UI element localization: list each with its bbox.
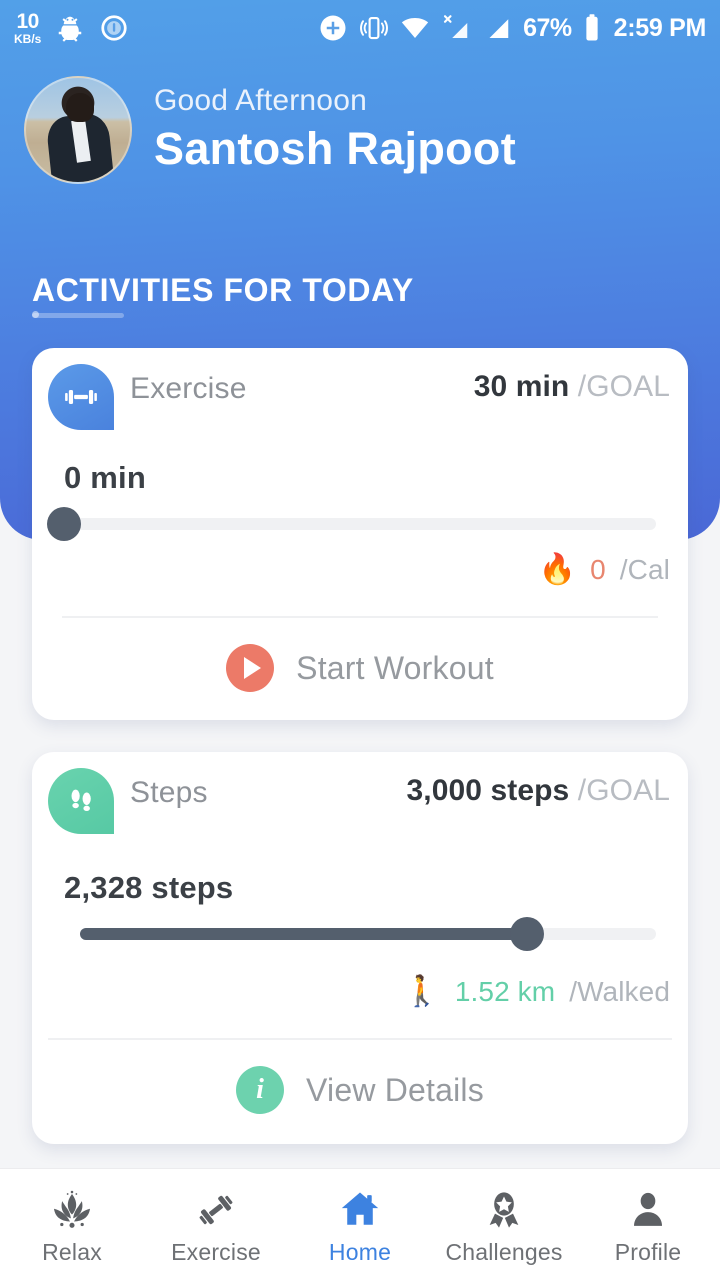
exercise-card-divider	[62, 616, 658, 618]
status-bar-left: 10 KB/s	[14, 11, 129, 45]
vibrate-icon	[360, 16, 388, 40]
section-title: ACTIVITIES FOR TODAY	[32, 272, 414, 308]
steps-progress-fill	[80, 928, 527, 940]
net-speed-icon: 10 KB/s	[14, 11, 41, 45]
status-bar-right: 67% 2:59 PM	[318, 13, 706, 43]
greeting-row: Good Afternoon Santosh Rajpoot	[24, 76, 516, 184]
start-workout-button[interactable]: Start Workout	[32, 644, 688, 692]
steps-goal-suffix: /GOAL	[577, 774, 670, 807]
app-screen: 10 KB/s 67% 2:59 PM Good Afternoon Santo…	[0, 0, 720, 1280]
lotus-icon	[50, 1184, 94, 1230]
nav-item-relax[interactable]: Relax	[0, 1184, 144, 1266]
user-name: Santosh Rajpoot	[154, 123, 516, 175]
play-icon	[226, 644, 275, 692]
home-icon	[337, 1184, 383, 1230]
flame-icon: 🔥	[538, 553, 577, 586]
sim2-signal-icon	[489, 19, 509, 38]
exercise-goal-value: 30 min	[473, 370, 570, 403]
bug-icon	[59, 16, 82, 42]
steps-progress-thumb[interactable]	[509, 917, 544, 951]
exercise-progress-thumb[interactable]	[47, 507, 81, 541]
view-details-button[interactable]: i View Details	[32, 1066, 688, 1114]
sim1-no-signal-icon	[444, 15, 468, 38]
nav-item-exercise[interactable]: Exercise	[144, 1184, 288, 1266]
net-speed-value: 10	[16, 10, 39, 33]
nav-label-home: Home	[328, 1238, 392, 1265]
steps-progress-value: 2,328 steps	[64, 870, 234, 905]
avatar[interactable]	[24, 76, 132, 184]
steps-progress-slider[interactable]	[80, 917, 656, 951]
status-clock: 2:59 PM	[613, 13, 707, 42]
steps-card-divider	[48, 1038, 672, 1040]
exercise-calories-suffix: /Cal	[619, 554, 670, 585]
wifi-icon	[401, 18, 429, 38]
exercise-progress-value: 0 min	[64, 460, 146, 495]
circle-dot-icon	[101, 15, 127, 41]
exercise-goal-suffix: /GOAL	[577, 370, 670, 403]
plus-circle-icon	[320, 15, 346, 41]
nav-item-challenges[interactable]: Challenges	[432, 1184, 576, 1266]
walking-person-icon: 🚶	[403, 975, 441, 1008]
steps-card-header: Steps 3,000 steps /GOAL	[32, 752, 688, 848]
avatar-head	[65, 92, 94, 122]
battery-icon	[585, 14, 598, 41]
steps-card-label: Steps	[130, 776, 208, 809]
greeting-text: Good Afternoon Santosh Rajpoot	[154, 84, 516, 177]
info-icon: i	[236, 1066, 285, 1114]
steps-distance-value: 1.52 km	[454, 976, 556, 1007]
nav-label-relax: Relax	[42, 1238, 102, 1265]
section-accent-bar	[32, 313, 124, 318]
exercise-progress-slider[interactable]	[47, 507, 656, 541]
steps-distance-suffix: /Walked	[569, 976, 670, 1007]
exercise-calories-metric: 🔥 0 /Cal	[539, 554, 670, 586]
steps-card[interactable]: Steps 3,000 steps /GOAL 2,328 steps 🚶 1.…	[32, 752, 688, 1144]
greeting-label: Good Afternoon	[154, 83, 367, 117]
exercise-card-header: Exercise 30 min /GOAL	[32, 348, 688, 444]
exercise-goal: 30 min /GOAL	[474, 370, 670, 404]
exercise-calories-value: 0	[590, 554, 606, 585]
exercise-card[interactable]: Exercise 30 min /GOAL 0 min 🔥 0 /Cal Sta…	[32, 348, 688, 720]
nav-label-challenges: Challenges	[445, 1238, 563, 1265]
nav-label-exercise: Exercise	[171, 1238, 261, 1265]
steps-goal: 3,000 steps /GOAL	[406, 774, 670, 808]
battery-percent: 67%	[523, 13, 572, 42]
footprints-icon	[48, 768, 114, 834]
view-details-label: View Details	[306, 1071, 484, 1108]
status-bar: 10 KB/s 67% 2:59 PM	[0, 0, 720, 56]
bottom-navigation: Relax Exercise Home Challenges Profile	[0, 1168, 720, 1280]
dumbbell-icon	[48, 364, 114, 430]
start-workout-label: Start Workout	[296, 649, 494, 686]
steps-distance-metric: 🚶 1.52 km /Walked	[403, 976, 670, 1008]
person-icon	[626, 1184, 670, 1230]
exercise-card-label: Exercise	[130, 372, 247, 405]
net-speed-unit: KB/s	[14, 32, 42, 46]
dumbbell-icon	[194, 1184, 238, 1230]
nav-item-home[interactable]: Home	[288, 1184, 432, 1266]
nav-item-profile[interactable]: Profile	[576, 1184, 720, 1266]
award-ribbon-icon	[482, 1184, 526, 1230]
nav-label-profile: Profile	[614, 1238, 682, 1265]
steps-goal-value: 3,000 steps	[406, 774, 570, 807]
